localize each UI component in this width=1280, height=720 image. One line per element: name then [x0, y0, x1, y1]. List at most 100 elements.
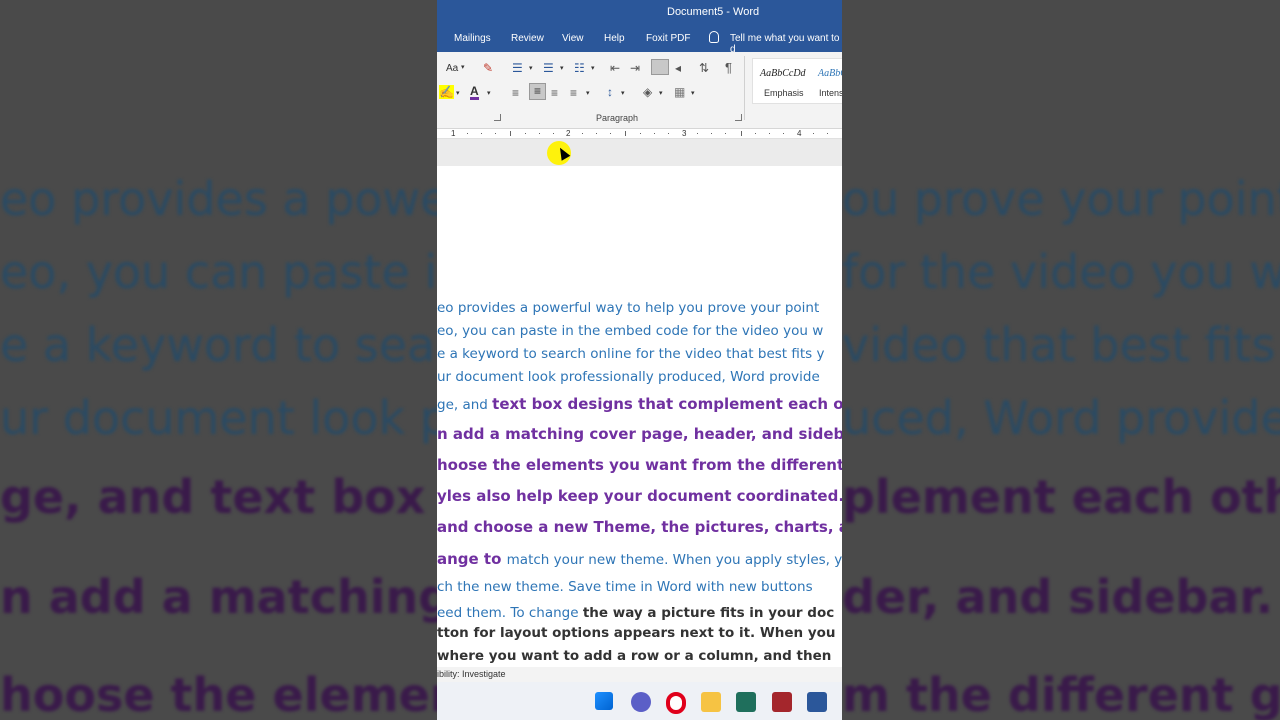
- ruler-tick: [625, 131, 626, 136]
- ruler-dot: [813, 133, 814, 134]
- ruler-dot: [755, 133, 756, 134]
- chevron-down-icon[interactable]: ▾: [591, 64, 595, 72]
- ruler-tick: [510, 131, 511, 136]
- document-line[interactable]: eo, you can paste in the embed code for …: [437, 323, 823, 339]
- chevron-down-icon[interactable]: ▾: [487, 89, 491, 97]
- taskbar: [437, 682, 842, 720]
- ruler-dot: [711, 133, 712, 134]
- document-line[interactable]: n add a matching cover page, header, and…: [437, 425, 842, 443]
- tab-foxit-pdf[interactable]: Foxit PDF: [646, 33, 690, 44]
- document-line[interactable]: yles also help keep your document coordi…: [437, 487, 842, 505]
- styles-gallery[interactable]: AaBbCcDd Emphasis AaBbC Intens: [752, 58, 842, 104]
- line-spacing-icon[interactable]: ↕: [607, 85, 613, 99]
- tab-help[interactable]: Help: [604, 33, 625, 44]
- change-case-button[interactable]: Aa: [446, 63, 458, 74]
- windows-start-icon[interactable]: [595, 692, 613, 710]
- document-page[interactable]: eo provides a powerful way to help you p…: [437, 166, 842, 667]
- document-line[interactable]: where you want to add a row or a column,…: [437, 648, 831, 664]
- chevron-down-icon[interactable]: ▾: [586, 89, 590, 97]
- increase-indent-icon[interactable]: ⇥: [630, 61, 640, 75]
- ruler-dot: [495, 133, 496, 134]
- clear-formatting-icon[interactable]: ✎: [483, 61, 493, 75]
- align-left-icon[interactable]: ≡: [512, 86, 519, 100]
- style-name-intense[interactable]: Intens: [819, 88, 842, 98]
- tab-review[interactable]: Review: [511, 33, 544, 44]
- ruler-number: 2: [566, 129, 571, 138]
- align-right-icon[interactable]: ≡: [551, 86, 558, 100]
- document-line[interactable]: ge, and text box designs that complement…: [437, 394, 842, 413]
- ruler-dot: [640, 133, 641, 134]
- ruler-dot: [610, 133, 611, 134]
- ruler-number: 4: [797, 129, 802, 138]
- document-line[interactable]: ch the new theme. Save time in Word with…: [437, 579, 813, 595]
- decrease-indent-icon[interactable]: ⇤: [610, 61, 620, 75]
- font-color-icon[interactable]: A: [470, 85, 479, 100]
- borders-icon[interactable]: ▦: [674, 85, 685, 99]
- bullets-icon[interactable]: ☰: [512, 61, 523, 75]
- document-line[interactable]: ur document look professionally produced…: [437, 369, 820, 385]
- lightbulb-icon: [709, 31, 719, 43]
- style-sample-intense: AaBbC: [818, 68, 842, 79]
- document-line[interactable]: eed them. To change the way a picture fi…: [437, 602, 834, 621]
- word-window: Document5 - Word Mailings Review View He…: [437, 0, 842, 720]
- ribbon-divider: [744, 56, 745, 120]
- terminal-app-icon[interactable]: [736, 692, 756, 712]
- show-formatting-marks-icon[interactable]: ¶: [725, 60, 732, 75]
- paragraph-dialog-launcher-icon[interactable]: [735, 114, 742, 121]
- title-bar: Document5 - Word: [437, 0, 842, 26]
- document-line[interactable]: tton for layout options appears next to …: [437, 625, 836, 641]
- style-name-emphasis[interactable]: Emphasis: [764, 88, 804, 98]
- access-app-icon[interactable]: [772, 692, 792, 712]
- status-bar: ibility: Investigate: [437, 667, 842, 682]
- accessibility-status[interactable]: ibility: Investigate: [437, 669, 506, 679]
- tab-mailings[interactable]: Mailings: [454, 33, 491, 44]
- shading-icon[interactable]: ◈: [643, 85, 652, 99]
- document-line[interactable]: eo provides a powerful way to help you p…: [437, 300, 819, 316]
- justify-icon[interactable]: ≡: [570, 86, 577, 100]
- ruler-dot: [596, 133, 597, 134]
- horizontal-ruler[interactable]: 1 2 3 4: [437, 129, 842, 139]
- chevron-down-icon[interactable]: ▾: [659, 89, 663, 97]
- sort-icon[interactable]: ⇅: [699, 61, 709, 75]
- opera-browser-icon[interactable]: [666, 692, 686, 714]
- ruler-dot: [654, 133, 655, 134]
- word-app-icon[interactable]: [807, 692, 827, 712]
- ruler-dot: [525, 133, 526, 134]
- ltr-button[interactable]: [651, 59, 669, 75]
- ruler-tick: [741, 131, 742, 136]
- ruler-dot: [553, 133, 554, 134]
- paragraph-group-label: Paragraph: [596, 113, 639, 123]
- chevron-down-icon[interactable]: ▾: [529, 64, 533, 72]
- page-top-margin-area: [437, 139, 842, 166]
- multilevel-list-icon[interactable]: ☷: [574, 61, 585, 75]
- chevron-down-icon[interactable]: ▾: [456, 89, 460, 97]
- align-center-button[interactable]: ≡: [529, 83, 546, 100]
- ruler-dot: [769, 133, 770, 134]
- file-explorer-icon[interactable]: [701, 692, 721, 712]
- numbering-icon[interactable]: ☰: [543, 61, 554, 75]
- text-highlight-icon[interactable]: ✍: [439, 85, 454, 99]
- tab-view[interactable]: View: [562, 33, 584, 44]
- font-dialog-launcher-icon[interactable]: [494, 114, 501, 121]
- rtl-icon[interactable]: ◂: [675, 61, 681, 75]
- document-line[interactable]: hoose the elements you want from the dif…: [437, 456, 842, 474]
- chevron-down-icon[interactable]: ▾: [691, 89, 695, 97]
- window-title: Document5 - Word: [667, 6, 760, 18]
- chevron-down-icon[interactable]: ▾: [621, 89, 625, 97]
- document-line[interactable]: e a keyword to search online for the vid…: [437, 346, 825, 362]
- chevron-down-icon: ▾: [461, 64, 465, 71]
- document-line[interactable]: ange to match your new theme. When you a…: [437, 549, 842, 568]
- chevron-down-icon[interactable]: ▾: [560, 64, 564, 72]
- ruler-dot: [783, 133, 784, 134]
- ruler-dot: [725, 133, 726, 134]
- ruler-dot: [582, 133, 583, 134]
- ruler-dot: [539, 133, 540, 134]
- ribbon: Aa ▾ ✎ ☰ ▾ ☰ ▾ ☷ ▾ ⇤ ⇥ ◂ ⇅ ¶ ✍ ▾ A ▾ ≡ ≡…: [437, 52, 842, 129]
- ruler-number: 3: [682, 129, 687, 138]
- teams-chat-icon[interactable]: [631, 692, 651, 712]
- style-sample-emphasis: AaBbCcDd: [760, 68, 806, 79]
- document-line[interactable]: and choose a new Theme, the pictures, ch…: [437, 518, 842, 536]
- ruler-dot: [697, 133, 698, 134]
- ruler-dot: [827, 133, 828, 134]
- ruler-dot: [668, 133, 669, 134]
